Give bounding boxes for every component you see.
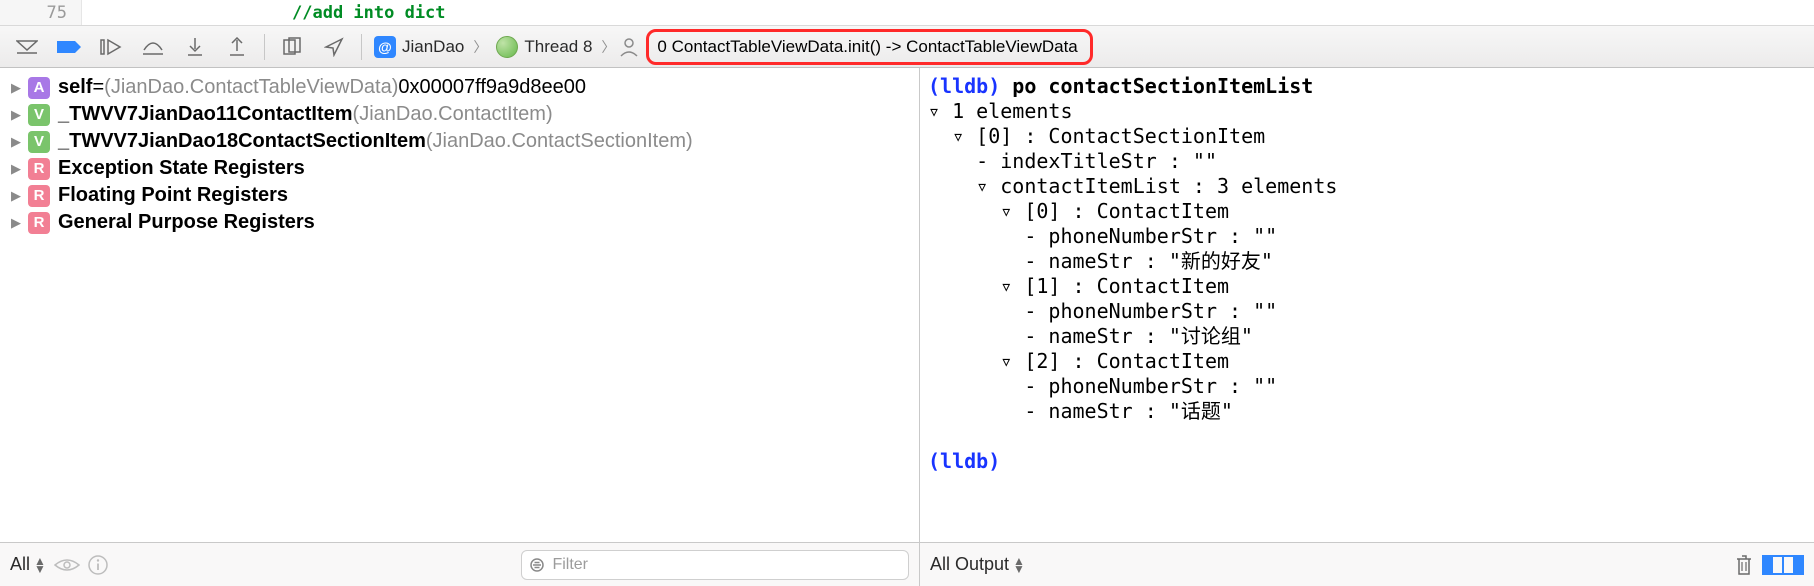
type-badge: A <box>28 77 50 99</box>
code-line: 75 //add into dict <box>0 0 1814 26</box>
disclosure-icon[interactable]: ▶ <box>8 80 24 96</box>
variable-name: Floating Point Registers <box>58 184 288 207</box>
type-badge: R <box>28 185 50 207</box>
disclosure-icon[interactable]: ▶ <box>8 161 24 177</box>
variables-pane: ▶Aself = (JianDao.ContactTableViewData) … <box>0 68 920 586</box>
disclosure-icon[interactable]: ▶ <box>8 107 24 123</box>
type-badge: R <box>28 158 50 180</box>
variable-name: General Purpose Registers <box>58 211 315 234</box>
trash-icon[interactable] <box>1734 554 1754 576</box>
type-badge: R <box>28 212 50 234</box>
variables-footer: All ▲▼ <box>0 542 919 586</box>
lldb-prompt: (lldb) <box>928 74 1000 98</box>
crumb-thread[interactable]: Thread 8 <box>490 36 598 58</box>
updown-icon: ▲▼ <box>1013 557 1025 573</box>
variable-type: (JianDao.ContactItem) <box>353 103 553 126</box>
console-footer: All Output ▲▼ <box>920 542 1814 586</box>
chevron-right-icon: 〉 <box>598 37 618 57</box>
panel-toggle[interactable] <box>1764 555 1804 575</box>
crumb-frame-label: 0 ContactTableViewData.init() -> Contact… <box>657 37 1077 57</box>
view-hierarchy-button[interactable] <box>273 32 311 62</box>
code-text: //add into dict <box>82 3 446 23</box>
scope-label: All <box>10 554 30 575</box>
step-into-button[interactable] <box>176 32 214 62</box>
variable-type: (JianDao.ContactSectionItem) <box>426 130 693 153</box>
info-icon[interactable] <box>88 555 108 575</box>
crumb-thread-label: Thread 8 <box>524 37 592 57</box>
hide-debug-area-button[interactable] <box>8 32 46 62</box>
crumb-app[interactable]: @ JianDao <box>368 36 470 58</box>
breakpoint-toggle-button[interactable] <box>50 32 88 62</box>
disclosure-icon[interactable]: ▶ <box>8 188 24 204</box>
left-panel-icon[interactable] <box>1762 555 1784 575</box>
variables-list[interactable]: ▶Aself = (JianDao.ContactTableViewData) … <box>0 68 919 542</box>
variable-row[interactable]: ▶Aself = (JianDao.ContactTableViewData) … <box>4 74 915 101</box>
variable-value: 0x00007ff9a9d8ee00 <box>398 76 586 99</box>
continue-button[interactable] <box>92 32 130 62</box>
location-button[interactable] <box>315 32 353 62</box>
equals: = <box>92 76 104 99</box>
quicklook-icon[interactable] <box>54 557 80 573</box>
chevron-right-icon: 〉 <box>470 37 490 57</box>
debug-toolbar: @ JianDao 〉 Thread 8 〉 0 ContactTableVie… <box>0 26 1814 68</box>
filter-input[interactable] <box>521 550 909 580</box>
variable-row[interactable]: ▶R General Purpose Registers <box>4 209 915 236</box>
updown-icon: ▲▼ <box>34 557 46 573</box>
variable-name: self <box>58 76 92 99</box>
variable-name: _TWVV7JianDao11ContactItem <box>58 103 353 126</box>
variable-row[interactable]: ▶R Exception State Registers <box>4 155 915 182</box>
person-icon <box>618 36 640 58</box>
console-output[interactable]: (lldb) po contactSectionItemList ▿ 1 ele… <box>920 68 1814 542</box>
crumb-frame[interactable]: 0 ContactTableViewData.init() -> Contact… <box>646 29 1092 65</box>
variable-name: _TWVV7JianDao18ContactSectionItem <box>58 130 426 153</box>
variable-name: Exception State Registers <box>58 157 305 180</box>
variable-row[interactable]: ▶V _TWVV7JianDao18ContactSectionItem (Jia… <box>4 128 915 155</box>
variable-type: (JianDao.ContactTableViewData) <box>104 76 398 99</box>
right-panel-icon[interactable] <box>1782 555 1804 575</box>
disclosure-icon[interactable]: ▶ <box>8 134 24 150</box>
lldb-command: po contactSectionItemList <box>1012 74 1313 98</box>
crumb-app-label: JianDao <box>402 37 464 57</box>
step-over-button[interactable] <box>134 32 172 62</box>
type-badge: V <box>28 104 50 126</box>
breadcrumb: @ JianDao 〉 Thread 8 〉 0 ContactTableVie… <box>368 26 1093 67</box>
filter-icon <box>529 557 545 573</box>
lldb-prompt: (lldb) <box>928 449 1000 473</box>
output-scope-label: All Output <box>930 554 1009 575</box>
console-pane: (lldb) po contactSectionItemList ▿ 1 ele… <box>920 68 1814 586</box>
variable-row[interactable]: ▶V _TWVV7JianDao11ContactItem (JianDao.Co… <box>4 101 915 128</box>
type-badge: V <box>28 131 50 153</box>
output-scope-selector[interactable]: All Output ▲▼ <box>930 554 1025 575</box>
step-out-button[interactable] <box>218 32 256 62</box>
line-number: 75 <box>0 0 82 25</box>
disclosure-icon[interactable]: ▶ <box>8 215 24 231</box>
variable-row[interactable]: ▶R Floating Point Registers <box>4 182 915 209</box>
scope-selector[interactable]: All ▲▼ <box>10 554 46 575</box>
app-icon: @ <box>374 36 396 58</box>
thread-icon <box>496 36 518 58</box>
